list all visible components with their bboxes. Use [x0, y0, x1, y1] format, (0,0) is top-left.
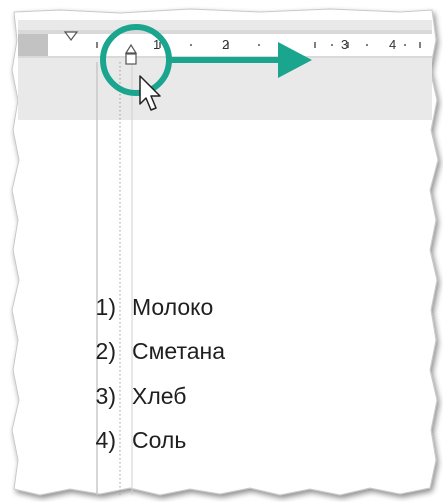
list-item-text: Молоко — [132, 294, 214, 320]
ruler-number-1: 1 — [153, 37, 161, 52]
list-item-text: Сметана — [132, 338, 226, 364]
ruler-number-2: 2 — [222, 37, 230, 52]
list-item-text: Соль — [132, 427, 187, 453]
list-marker: 4) — [95, 427, 116, 453]
ruler-number-4: 4 — [389, 37, 397, 52]
document-window: 1 2 3 4 1) Молоко 2) Сметана 3) Хлеб 4) … — [0, 0, 443, 502]
list-marker: 2) — [95, 338, 116, 364]
list-marker: 3) — [95, 383, 116, 409]
list-marker: 1) — [95, 294, 116, 320]
ruler-number-3: 3 — [341, 37, 349, 52]
ruler-left-margin — [18, 34, 48, 56]
list-item-text: Хлеб — [132, 383, 187, 409]
